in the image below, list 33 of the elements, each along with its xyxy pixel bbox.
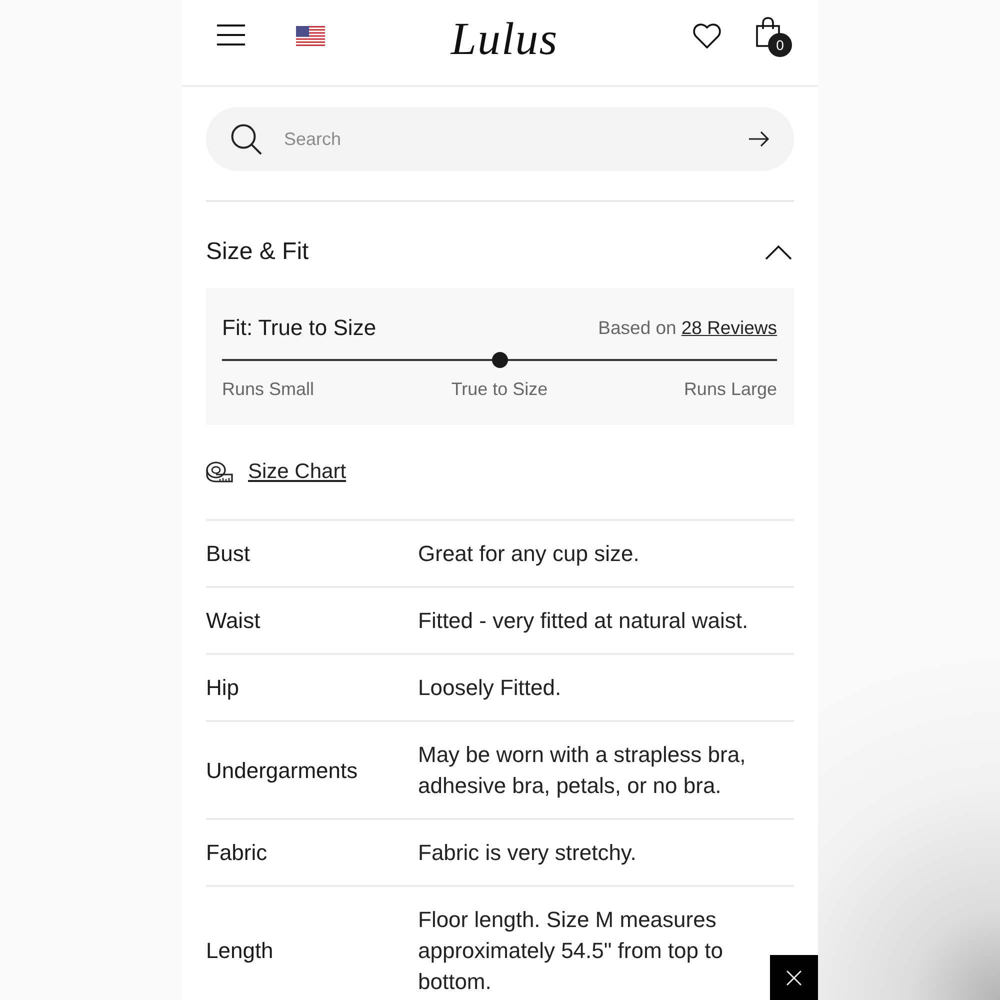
size-chart-link[interactable]: Size Chart — [248, 459, 346, 485]
arrow-right-icon[interactable] — [749, 131, 769, 147]
reviews-caption: Based on — [598, 316, 676, 340]
chevron-icon[interactable] — [765, 244, 792, 260]
scale-label: Runs Large — [684, 378, 777, 400]
close-button[interactable] — [770, 955, 818, 1000]
detail-label: Length — [206, 937, 274, 965]
reviews-link[interactable]: 28 Reviews — [681, 316, 777, 340]
close-icon — [786, 970, 802, 986]
detail-value: Floor length. Size M measures approximately 54.5" from top to bottom. — [418, 906, 724, 996]
flag-icon[interactable] — [296, 26, 325, 46]
detail-label: Hip — [206, 674, 240, 702]
detail-value: Loosely Fitted. — [418, 674, 562, 702]
search-bar[interactable]: Search — [206, 107, 794, 171]
search-icon — [231, 124, 262, 154]
detail-label: Bust — [206, 540, 250, 568]
detail-value: May be worn with a strapless bra, adhesive bra, petals, or no bra. — [418, 741, 747, 800]
cart-count-badge: 0 — [768, 32, 792, 56]
detail-value: Fitted - very fitted at natural waist. — [418, 607, 748, 635]
detail-label: Fabric — [206, 839, 268, 867]
menu-icon[interactable] — [217, 24, 245, 46]
fit-title: Fit: True to Size — [222, 316, 376, 340]
section-title[interactable]: Size & Fit — [206, 238, 309, 266]
detail-label: Waist — [206, 607, 260, 635]
detail-value: Fabric is very stretchy. — [418, 839, 636, 867]
scale-label: True to Size — [451, 378, 548, 400]
detail-label: Undergarments — [206, 756, 358, 785]
tape-measure-icon[interactable] — [206, 461, 233, 483]
scale-label: Runs Small — [222, 378, 314, 400]
search-input[interactable]: Search — [284, 127, 727, 151]
brand-logo[interactable]: Lulus — [450, 14, 558, 64]
detail-value: Great for any cup size. — [418, 540, 640, 568]
heart-icon[interactable] — [693, 22, 721, 48]
